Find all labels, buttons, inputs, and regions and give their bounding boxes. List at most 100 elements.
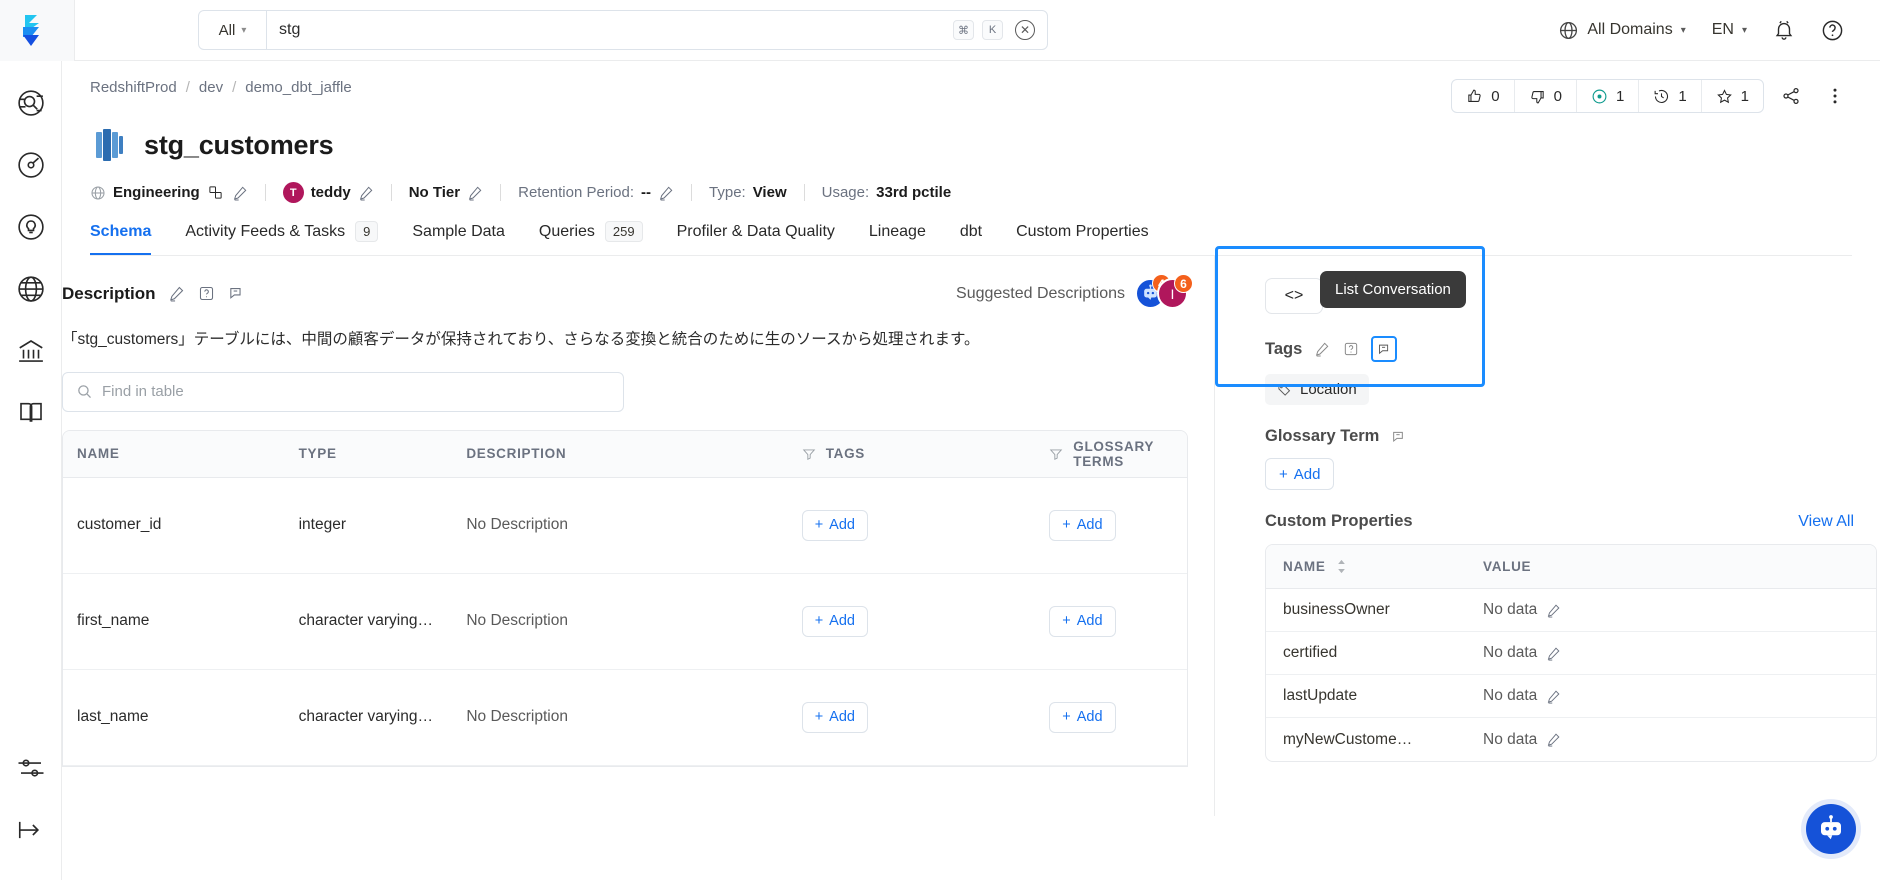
version-button[interactable]: 1 [1639, 80, 1701, 112]
chevron-down-icon: ▾ [241, 25, 246, 36]
search-scope-dropdown[interactable]: All ▾ [199, 11, 267, 49]
breadcrumb-item-0[interactable]: RedshiftProd [90, 79, 177, 96]
edit-domain-icon[interactable] [232, 185, 248, 201]
plus-icon: + [815, 517, 823, 533]
notifications-button[interactable] [1773, 19, 1795, 41]
edit-property-icon[interactable] [1546, 603, 1561, 618]
more-options-button[interactable] [1818, 79, 1852, 113]
add-tag-button[interactable]: + Add [802, 702, 868, 733]
share-button[interactable] [1774, 79, 1808, 113]
app-logo[interactable] [0, 0, 75, 61]
sidebar-item-logout[interactable] [9, 808, 53, 852]
view-all-link[interactable]: View All [1798, 513, 1880, 531]
edit-tier-icon[interactable] [467, 185, 483, 201]
edit-retention-icon[interactable] [658, 185, 674, 201]
find-in-table-input[interactable] [102, 383, 610, 400]
find-in-table[interactable] [62, 372, 624, 412]
tab-lineage[interactable]: Lineage [852, 223, 943, 254]
breadcrumb: RedshiftProd / dev / demo_dbt_jaffle [90, 79, 352, 96]
domain-value[interactable]: Engineering [113, 184, 200, 201]
add-glossary-button[interactable]: + Add [1049, 702, 1115, 733]
filter-icon[interactable] [802, 447, 816, 461]
view-code-button[interactable]: <> [1265, 278, 1323, 314]
add-tag-button[interactable]: + Add [802, 510, 868, 541]
tab-custom-properties[interactable]: Custom Properties [999, 223, 1166, 254]
search-input[interactable] [279, 21, 945, 39]
add-label: Add [1077, 517, 1103, 533]
table-row[interactable]: myNewCustome… No data [1266, 718, 1876, 761]
announcement-button[interactable]: 1 [1577, 80, 1639, 112]
filter-icon[interactable] [1049, 447, 1063, 461]
sort-icon[interactable] [1336, 559, 1347, 574]
request-description-icon[interactable] [198, 285, 216, 303]
column-header-type[interactable]: TYPE [285, 446, 453, 461]
table-row[interactable]: last_name character varying… No Descript… [63, 670, 1187, 766]
language-selector[interactable]: EN ▾ [1712, 21, 1747, 39]
sidebar-item-observability[interactable] [9, 143, 53, 187]
breadcrumb-item-2[interactable]: demo_dbt_jaffle [245, 79, 351, 96]
table-row[interactable]: certified No data [1266, 632, 1876, 675]
cell-type: character varying… [285, 708, 453, 726]
column-header-label: NAME [1283, 559, 1326, 574]
sidebar-item-explore[interactable] [9, 81, 53, 125]
sidebar-item-settings[interactable] [9, 746, 53, 790]
add-label: Add [829, 709, 855, 725]
tab-queries[interactable]: Queries 259 [522, 221, 660, 255]
edit-owner-icon[interactable] [358, 185, 374, 201]
table-row[interactable]: lastUpdate No data [1266, 675, 1876, 718]
column-header-value[interactable]: VALUE [1466, 559, 1548, 574]
list-conversation-icon[interactable] [1371, 336, 1397, 362]
chatbot-fab-button[interactable] [1806, 804, 1856, 854]
column-header-name[interactable]: NAME [63, 446, 285, 461]
meta-divider [391, 184, 392, 201]
column-header-description[interactable]: DESCRIPTION [452, 446, 787, 461]
comment-icon[interactable] [228, 285, 246, 303]
edit-property-icon[interactable] [1546, 646, 1561, 661]
tag-chip-location[interactable]: Location [1265, 374, 1369, 405]
plus-icon: + [1279, 466, 1288, 483]
add-tag-button[interactable]: + Add [802, 606, 868, 637]
column-header-tags[interactable]: TAGS [788, 446, 1036, 461]
edit-description-icon[interactable] [168, 285, 186, 303]
clear-search-icon[interactable]: ✕ [1015, 20, 1035, 40]
add-glossary-term-button[interactable]: + Add [1265, 458, 1334, 490]
edit-tags-icon[interactable] [1313, 340, 1331, 358]
column-header-glossary-terms[interactable]: GLOSSARY TERMS [1035, 439, 1187, 469]
tab-schema[interactable]: Schema [90, 223, 168, 254]
sidebar-item-insights[interactable] [9, 205, 53, 249]
owner-value[interactable]: teddy [311, 184, 351, 201]
follow-button[interactable]: 1 [1702, 80, 1763, 112]
downvote-button[interactable]: 0 [1515, 80, 1577, 112]
edit-property-icon[interactable] [1546, 689, 1561, 704]
help-button[interactable] [1821, 19, 1844, 42]
table-row[interactable]: businessOwner No data [1266, 589, 1876, 632]
sidebar-item-govern[interactable] [9, 329, 53, 373]
edit-property-icon[interactable] [1546, 732, 1561, 747]
chevron-down-icon: ▾ [1681, 25, 1686, 36]
data-product-icon[interactable] [207, 184, 225, 202]
sidebar-item-glossary[interactable] [9, 391, 53, 435]
column-header-name[interactable]: NAME [1266, 559, 1466, 574]
tab-dbt[interactable]: dbt [943, 223, 999, 254]
comment-icon[interactable] [1390, 428, 1408, 446]
domain-selector[interactable]: All Domains ▾ [1558, 20, 1685, 41]
table-row[interactable]: customer_id integer No Description + Add… [63, 478, 1187, 574]
sidebar-item-domains[interactable] [9, 267, 53, 311]
global-search: All ▾ ⌘ K ✕ [198, 10, 1048, 50]
cell-name: last_name [63, 708, 285, 726]
avatar-initial: I [1171, 286, 1175, 302]
table-row[interactable]: first_name character varying… No Descrip… [63, 574, 1187, 670]
gauge-icon [16, 150, 46, 180]
breadcrumb-item-1[interactable]: dev [199, 79, 223, 96]
tab-profiler-data-quality[interactable]: Profiler & Data Quality [660, 223, 852, 254]
tags-title: Tags [1265, 340, 1302, 359]
avatar-user[interactable]: I 6 [1157, 278, 1188, 309]
cell-description: No Description [452, 516, 787, 534]
add-glossary-button[interactable]: + Add [1049, 510, 1115, 541]
tab-sample-data[interactable]: Sample Data [395, 223, 522, 254]
search-scope-label: All [219, 22, 236, 39]
request-tags-icon[interactable] [1342, 340, 1360, 358]
add-glossary-button[interactable]: + Add [1049, 606, 1115, 637]
upvote-button[interactable]: 0 [1452, 80, 1514, 112]
tab-activity-feeds-tasks[interactable]: Activity Feeds & Tasks 9 [168, 221, 395, 255]
